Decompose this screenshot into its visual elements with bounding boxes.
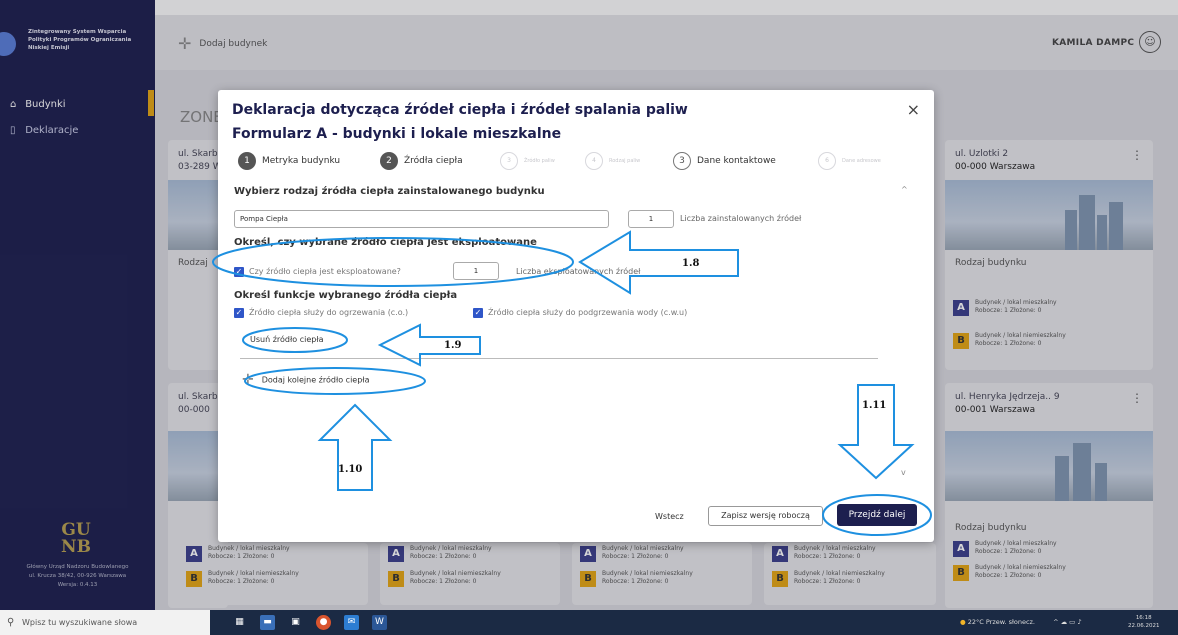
outlook-icon[interactable]: ✉ (344, 615, 359, 630)
search-placeholder: Wpisz tu wyszukiwane słowa (22, 618, 138, 627)
annotation-ellipse (212, 237, 574, 287)
windows-taskbar: ⚲ Wpisz tu wyszukiwane słowa ▦ ▬ ▣ ● ✉ W … (0, 610, 1178, 635)
annotation-label: 1.11 (862, 400, 887, 411)
store-icon[interactable]: ▣ (288, 615, 303, 630)
search-icon: ⚲ (7, 617, 15, 628)
task-view-icon[interactable]: ▦ (232, 615, 247, 630)
annotation-ellipse (822, 494, 932, 536)
annotation-label: 1.10 (338, 464, 363, 475)
word-icon[interactable]: W (372, 615, 387, 630)
annotation-ellipse (242, 327, 348, 353)
tray-icons: ^ ☁ ▭ ♪ (1053, 618, 1082, 626)
weather-icon: ● (960, 618, 966, 626)
annotation-arrow-left (377, 323, 481, 367)
explorer-icon[interactable]: ▬ (260, 615, 275, 630)
annotation-arrow-left (578, 230, 739, 295)
browser-icon[interactable]: ● (316, 615, 331, 630)
annotation-arrow-down (837, 384, 915, 480)
annotation-ellipse (244, 367, 426, 395)
annotation-label: 1.9 (444, 340, 462, 351)
system-tray[interactable]: ● 22°C Przew. słonecz. ^ ☁ ▭ ♪ (960, 610, 1082, 635)
annotation-label: 1.8 (682, 258, 700, 269)
annotation-layer (212, 230, 932, 536)
annotation-arrow-up (317, 403, 393, 491)
clock[interactable]: 16:18 22.06.2021 (1128, 614, 1160, 630)
weather-text: 22°C Przew. słonecz. (967, 618, 1035, 626)
taskbar-search-input[interactable]: ⚲ Wpisz tu wyszukiwane słowa (0, 610, 210, 635)
